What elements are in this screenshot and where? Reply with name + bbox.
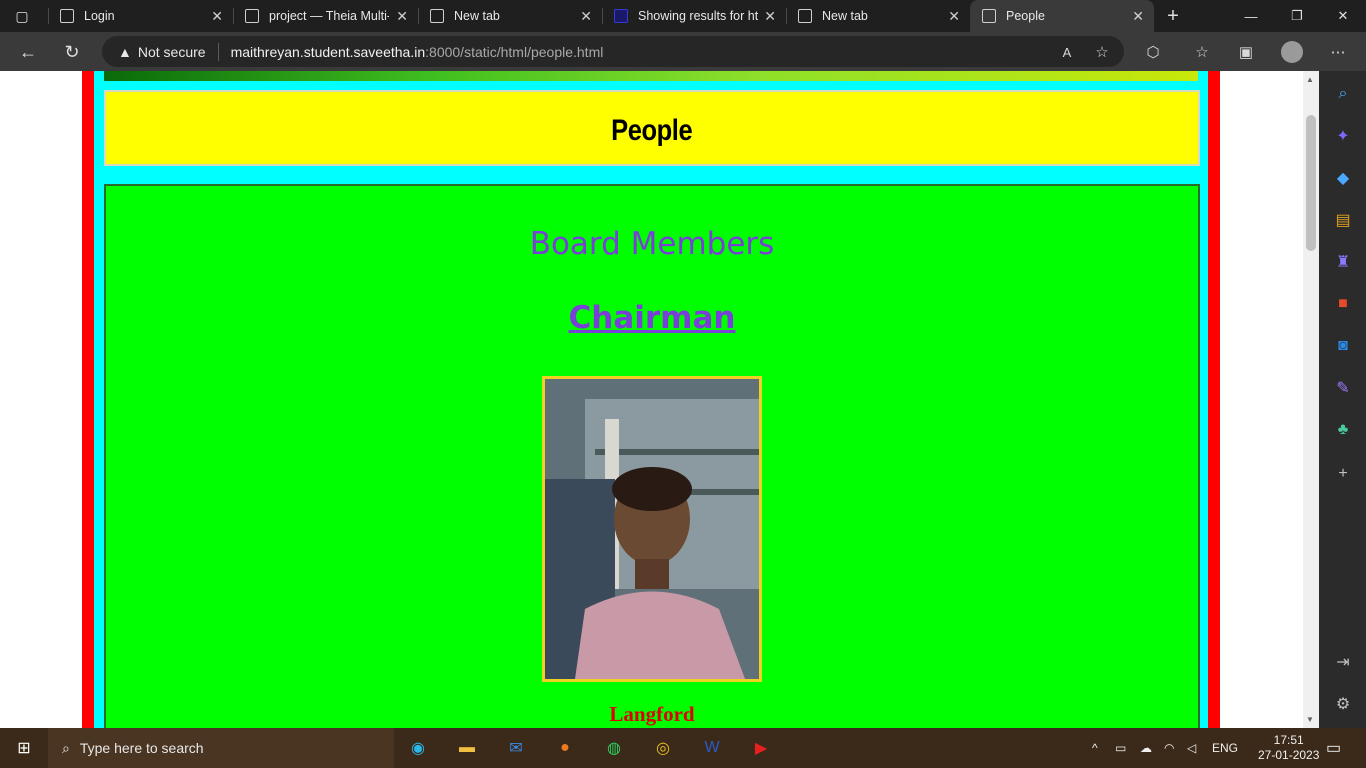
page-header: People (104, 90, 1200, 166)
restore-button[interactable]: ❐ (1274, 0, 1320, 32)
page-title: People (611, 114, 693, 147)
tab-label: New tab (822, 9, 868, 23)
search-placeholder: Type here to search (79, 740, 204, 756)
search-icon: ⌕ (62, 739, 70, 756)
language-indicator[interactable]: ENG (1212, 728, 1238, 768)
url-path: :8000/static/html/people.html (425, 43, 604, 60)
tab-label: Login (84, 9, 115, 23)
time: 17:51 (1273, 733, 1304, 747)
search-icon[interactable]: ⌕ (1332, 83, 1354, 105)
member-photo (542, 376, 762, 682)
close-window-button[interactable]: ✕ (1320, 0, 1366, 32)
edge-icon[interactable]: ◉ (404, 734, 432, 762)
close-tab-icon[interactable]: ✕ (580, 8, 592, 25)
collections-icon[interactable]: ▣ (1235, 41, 1257, 63)
clock[interactable]: 17:51 27-01-2023 (1258, 728, 1319, 768)
youtube-icon[interactable]: ▶ (747, 734, 775, 762)
date: 27-01-2023 (1258, 748, 1320, 762)
favorites-icon[interactable]: ☆ (1191, 41, 1213, 63)
new-tab-icon (798, 9, 812, 23)
minimize-button[interactable]: — (1228, 0, 1274, 32)
main-content: Board Members Chairman Langford (104, 184, 1200, 728)
file-explorer-icon[interactable]: ▬ (453, 734, 481, 762)
network-icon[interactable]: ◠ (1164, 728, 1174, 768)
tab-label: Showing results for htt (638, 9, 758, 23)
refresh-icon[interactable]: ↻ (56, 36, 88, 68)
close-tab-icon[interactable]: ✕ (211, 8, 223, 25)
close-tab-icon[interactable]: ✕ (1132, 8, 1144, 25)
new-tab-icon (430, 9, 444, 23)
tab-label: project — Theia Multi- (269, 9, 389, 23)
page-scrollbar[interactable]: ▲ ▼ (1303, 71, 1319, 728)
add-icon[interactable]: + (1332, 463, 1354, 485)
top-banner-image (104, 71, 1198, 81)
tab-login[interactable]: Login ✕ (48, 0, 233, 32)
profile-avatar[interactable] (1281, 41, 1303, 63)
close-tab-icon[interactable]: ✕ (948, 8, 960, 25)
outlook-icon[interactable]: ◙ (1332, 335, 1354, 357)
windows-taskbar: ⊞ ⌕ Type here to search ◉ ▬ ✉ ● ◍ ◎ W ▶ … (0, 728, 1366, 768)
volume-icon[interactable]: ◁ (1187, 728, 1196, 768)
member-name: Langford (609, 702, 695, 726)
tools-icon[interactable]: ▤ (1332, 209, 1354, 231)
member-photo-illustration (545, 379, 759, 679)
site-favicon-icon (614, 9, 628, 23)
page-icon (982, 9, 996, 23)
role-heading: Chairman (568, 300, 736, 336)
page-inner-frame: People Board Members Chairman Langford (94, 71, 1208, 728)
back-icon[interactable]: ← (12, 36, 44, 68)
extensions-icon[interactable]: ⬡ (1142, 41, 1164, 63)
close-tab-icon[interactable]: ✕ (396, 8, 408, 25)
drop-icon[interactable]: ✎ (1332, 377, 1354, 399)
browser-sidebar: ⌕ ✦ ◆ ▤ ♜ ■ ◙ ✎ ♣ + ⇥ ⚙ (1319, 71, 1366, 728)
chrome-icon[interactable]: ◎ (649, 734, 677, 762)
mail-icon[interactable]: ✉ (502, 734, 530, 762)
battery-icon[interactable]: ▭ (1115, 728, 1126, 768)
notifications-icon[interactable]: ▭ (1326, 728, 1341, 768)
tab-actions-icon[interactable]: ▢ (6, 0, 38, 32)
address-bar[interactable]: ▲ Not secure maithreyan.student.saveetha… (102, 36, 1124, 67)
divider (217, 42, 219, 61)
hide-sidebar-icon[interactable]: ⇥ (1332, 651, 1354, 673)
shopping-tag-icon[interactable]: ◆ (1332, 167, 1354, 189)
whatsapp-icon[interactable]: ◍ (600, 734, 628, 762)
tab-people[interactable]: People ✕ (970, 0, 1154, 32)
tab-label: New tab (454, 9, 500, 23)
word-icon[interactable]: W (698, 734, 726, 762)
settings-more-icon[interactable]: ⋯ (1327, 41, 1349, 63)
url-host: maithreyan.student.saveetha.in (230, 43, 426, 60)
page-icon (245, 9, 259, 23)
address-toolbar: ← ↻ ▲ Not secure maithreyan.student.save… (0, 32, 1366, 71)
scroll-down-icon[interactable]: ▼ (1306, 715, 1314, 724)
page-viewport: People Board Members Chairman Langford (0, 71, 1303, 728)
taskbar-search[interactable]: ⌕ Type here to search (48, 728, 394, 768)
tab-search-results[interactable]: Showing results for htt ✕ (602, 0, 786, 32)
scroll-up-icon[interactable]: ▲ (1306, 75, 1314, 84)
customize-gear-icon[interactable]: ⚙ (1332, 693, 1354, 715)
tab-new-tab-2[interactable]: New tab ✕ (786, 0, 970, 32)
tab-project[interactable]: project — Theia Multi- ✕ (233, 0, 418, 32)
games-icon[interactable]: ♜ (1332, 251, 1354, 273)
read-aloud-icon[interactable]: A (1056, 41, 1078, 63)
page-outer-frame: People Board Members Chairman Langford (82, 71, 1220, 728)
warning-icon: ▲ (118, 43, 132, 60)
tray-chevron-icon[interactable]: ^ (1092, 728, 1098, 768)
onedrive-icon[interactable]: ☁ (1140, 728, 1152, 768)
close-tab-icon[interactable]: ✕ (764, 8, 776, 25)
security-status[interactable]: Not secure (138, 44, 206, 60)
copilot-icon[interactable]: ✦ (1332, 125, 1354, 147)
page-icon (60, 9, 74, 23)
tab-label: People (1006, 9, 1045, 23)
add-favorite-icon[interactable]: ☆ (1091, 41, 1113, 63)
browser-tab-bar: ▢ Login ✕ project — Theia Multi- ✕ New t… (0, 0, 1366, 32)
firefox-icon[interactable]: ● (551, 734, 579, 762)
tab-new-tab[interactable]: New tab ✕ (418, 0, 602, 32)
office-icon[interactable]: ■ (1332, 293, 1354, 315)
section-title: Board Members (529, 226, 775, 262)
new-tab-button[interactable]: + (1150, 0, 1196, 32)
scroll-thumb[interactable] (1306, 115, 1316, 251)
windows-start-icon[interactable]: ⊞ (10, 734, 38, 762)
tree-icon[interactable]: ♣ (1332, 419, 1354, 441)
